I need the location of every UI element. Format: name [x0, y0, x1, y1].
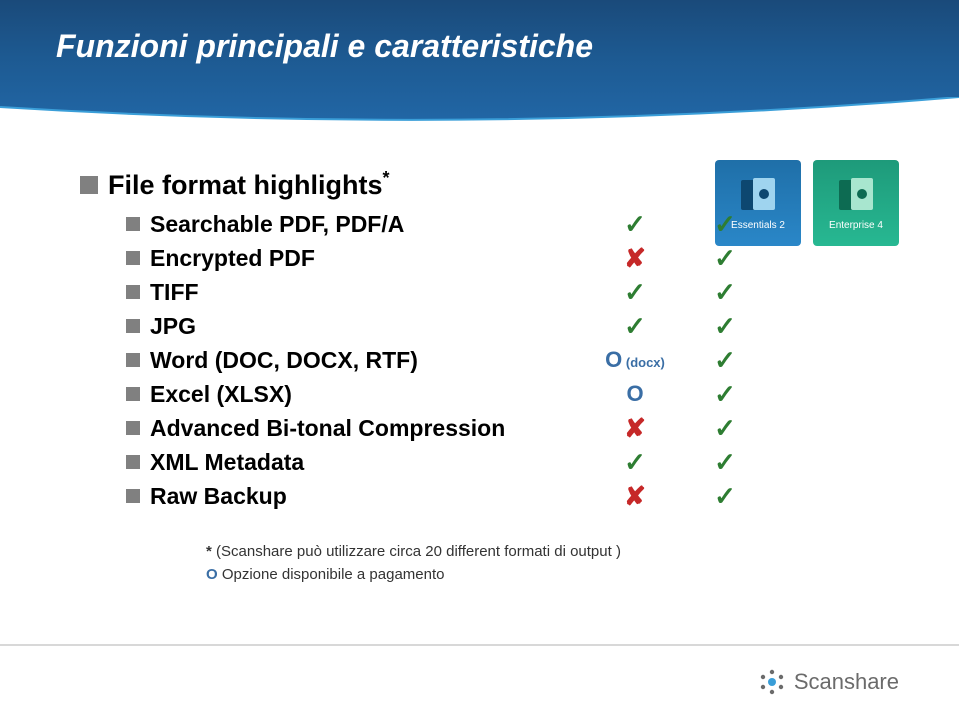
- bullet-icon: [126, 353, 140, 367]
- footnote-line-2: O Opzione disponibile a pagamento: [206, 564, 900, 587]
- bullet-icon: [126, 455, 140, 469]
- cross-icon: ✘: [624, 481, 646, 511]
- col-essentials: ✘: [590, 481, 680, 512]
- check-icon: ✓: [714, 379, 736, 409]
- cross-icon: ✘: [624, 243, 646, 273]
- check-icon: ✓: [714, 277, 736, 307]
- feature-label: JPG: [150, 313, 590, 340]
- feature-row: JPG ✓ ✓: [126, 309, 900, 343]
- check-icon: ✓: [714, 345, 736, 375]
- feature-row: Raw Backup ✘ ✓: [126, 479, 900, 513]
- bullet-icon: [126, 421, 140, 435]
- col-enterprise: ✓: [680, 447, 770, 478]
- footnotes: * (Scanshare può utilizzare circa 20 dif…: [206, 541, 900, 586]
- feature-row: Encrypted PDF ✘ ✓: [126, 241, 900, 275]
- check-icon: ✓: [624, 277, 646, 307]
- col-essentials: ✘: [590, 413, 680, 444]
- footer-brand-text: Scanshare: [794, 669, 899, 695]
- check-icon: ✓: [714, 243, 736, 273]
- check-icon: ✓: [714, 311, 736, 341]
- footnote-2-text: Opzione disponibile a pagamento: [218, 566, 445, 583]
- heading-row: File format highlights*: [80, 168, 900, 201]
- cross-icon: ✘: [624, 413, 646, 443]
- scanshare-logo-icon: [758, 668, 786, 696]
- col-essentials: ✓: [590, 209, 680, 240]
- bullet-icon: [126, 387, 140, 401]
- col-enterprise: ✓: [680, 481, 770, 512]
- feature-label: XML Metadata: [150, 449, 590, 476]
- header-band: Funzioni principali e caratteristiche: [0, 0, 959, 130]
- option-mark: O: [605, 347, 622, 372]
- feature-label: Encrypted PDF: [150, 245, 590, 272]
- slide-title: Funzioni principali e caratteristiche: [56, 28, 593, 65]
- feature-row: Searchable PDF, PDF/A ✓ ✓: [126, 207, 900, 241]
- col-essentials: O: [590, 381, 680, 407]
- check-icon: ✓: [714, 481, 736, 511]
- bullet-icon: [126, 217, 140, 231]
- col-essentials: ✓: [590, 447, 680, 478]
- check-icon: ✓: [624, 311, 646, 341]
- feature-row: TIFF ✓ ✓: [126, 275, 900, 309]
- section-heading: File format highlights*: [108, 168, 390, 201]
- feature-label: TIFF: [150, 279, 590, 306]
- feature-label: Raw Backup: [150, 483, 590, 510]
- col-enterprise: ✓: [680, 243, 770, 274]
- check-icon: ✓: [624, 209, 646, 239]
- col-essentials: O (docx): [590, 347, 680, 373]
- col-essentials: ✘: [590, 243, 680, 274]
- check-icon: ✓: [714, 447, 736, 477]
- col-enterprise: ✓: [680, 209, 770, 240]
- feature-label: Word (DOC, DOCX, RTF): [150, 347, 590, 374]
- feature-list: Searchable PDF, PDF/A✓✓Encrypted PDF✘✓TI…: [126, 207, 900, 513]
- check-icon: ✓: [624, 447, 646, 477]
- col-enterprise: ✓: [680, 413, 770, 444]
- feature-row: Excel (XLSX) O ✓: [126, 377, 900, 411]
- footnote-1-text: (Scanshare può utilizzare circa 20 diffe…: [212, 543, 621, 560]
- feature-label: Advanced Bi-tonal Compression: [150, 415, 590, 442]
- heading-text: File format highlights: [108, 170, 383, 200]
- feature-label: Searchable PDF, PDF/A: [150, 211, 590, 238]
- content-area: File format highlights* Searchable PDF, …: [80, 168, 900, 586]
- bullet-icon: [126, 285, 140, 299]
- col-enterprise: ✓: [680, 311, 770, 342]
- header-curve: [0, 97, 959, 131]
- check-icon: ✓: [714, 209, 736, 239]
- col-enterprise: ✓: [680, 379, 770, 410]
- bullet-icon: [126, 489, 140, 503]
- footer-divider: [0, 644, 959, 646]
- footer-logo: Scanshare: [758, 668, 899, 696]
- col-enterprise: ✓: [680, 277, 770, 308]
- heading-sup: *: [383, 168, 390, 188]
- footnote-o: O: [206, 566, 218, 583]
- col-enterprise: ✓: [680, 345, 770, 376]
- check-icon: ✓: [714, 413, 736, 443]
- col-essentials: ✓: [590, 311, 680, 342]
- bullet-icon: [126, 251, 140, 265]
- option-extra: (docx): [622, 355, 665, 370]
- feature-label: Excel (XLSX): [150, 381, 590, 408]
- option-mark: O: [626, 381, 643, 406]
- feature-row: XML Metadata ✓ ✓: [126, 445, 900, 479]
- slide: Funzioni principali e caratteristiche Es…: [0, 0, 959, 718]
- feature-row: Advanced Bi-tonal Compression ✘ ✓: [126, 411, 900, 445]
- footnote-line-1: * (Scanshare può utilizzare circa 20 dif…: [206, 541, 900, 564]
- bullet-icon: [126, 319, 140, 333]
- feature-row: Word (DOC, DOCX, RTF)O (docx)✓: [126, 343, 900, 377]
- bullet-icon: [80, 176, 98, 194]
- col-essentials: ✓: [590, 277, 680, 308]
